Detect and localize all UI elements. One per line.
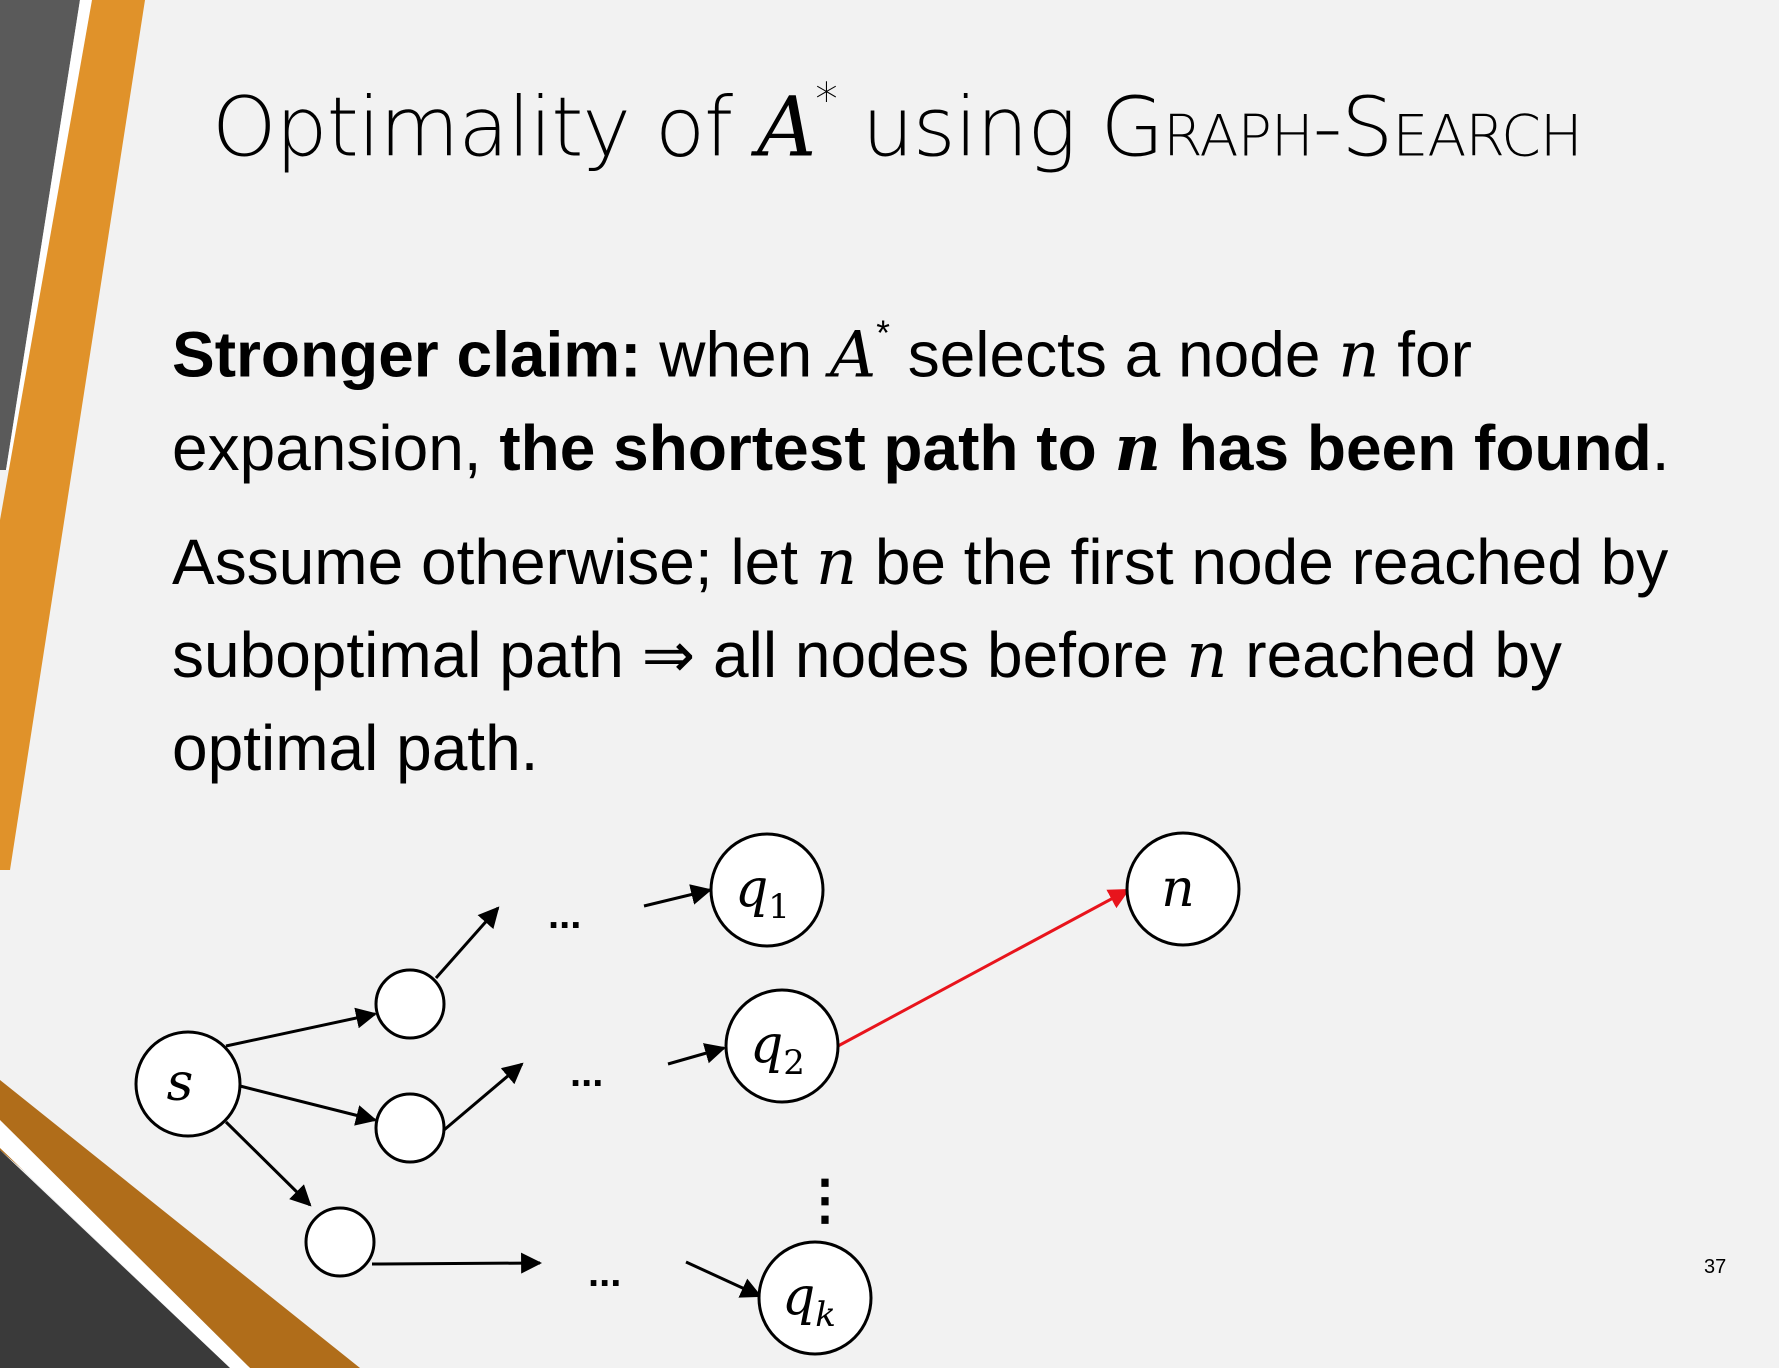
edge-s-c (224, 1120, 312, 1207)
edge-s-b (239, 1084, 378, 1126)
node-n-label: n (1161, 859, 1195, 919)
suboptimal-edge-q2-n (837, 888, 1130, 1048)
node-intermediate-b (374, 1092, 446, 1164)
edge-to-q1 (643, 884, 713, 908)
page-number: 37 (1704, 1256, 1727, 1278)
edge-to-qk (685, 1260, 762, 1298)
edge-a-out (434, 906, 500, 979)
node-s-label: s (167, 1053, 194, 1113)
edge-c-out (371, 1252, 543, 1274)
vertical-ellipsis: ⋮ (798, 1170, 852, 1230)
node-intermediate-a (374, 968, 446, 1040)
slide: Optimality of A* using Graph-Search Stro… (0, 0, 1779, 1368)
ellipsis-middle: ... (570, 1051, 603, 1095)
ellipsis-bottom: ... (588, 1251, 621, 1295)
edge-to-q2 (667, 1043, 727, 1066)
edge-b-out (443, 1062, 524, 1132)
search-graph-diagram: s n q1 q2 qk ... ... ... ⋮ (134, 831, 1241, 1356)
ellipsis-top: ... (548, 893, 581, 937)
edge-s-a (225, 1007, 378, 1048)
node-intermediate-c (304, 1206, 376, 1278)
